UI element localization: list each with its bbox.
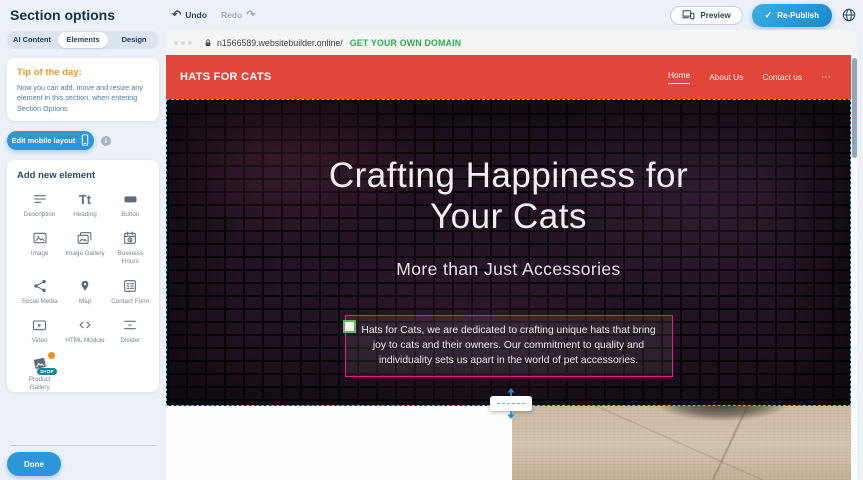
preview-scrollbar-track[interactable] (851, 55, 857, 480)
edit-mobile-row: Edit mobile layout i (7, 131, 159, 150)
undo-redo-group: ↶ Undo Redo ↷ (172, 0, 255, 30)
element-divider[interactable]: Divider (108, 317, 153, 345)
element-business-hours[interactable]: Business Hours (108, 230, 153, 266)
globe-language-button[interactable] (841, 7, 857, 23)
sidebar-tabbar: AI Content Elements Design (7, 31, 159, 49)
edit-mobile-layout-button[interactable]: Edit mobile layout (7, 131, 94, 150)
image-gallery-icon (76, 230, 93, 246)
preview-scrollbar-thumb[interactable] (852, 58, 857, 158)
business-hours-icon (122, 230, 138, 246)
nav-contact-us[interactable]: Contact us (762, 72, 802, 82)
add-new-element-card: Add new element Description Tt Heading B… (7, 160, 159, 392)
hero-section-selected[interactable]: Crafting Happiness for Your Cats More th… (166, 99, 851, 406)
element-image[interactable]: Image (17, 230, 62, 266)
hero-paragraph-selection-box[interactable]: Hats for Cats, we are dedicated to craft… (345, 315, 673, 377)
next-section-background (166, 406, 512, 480)
panel-title: Section options (10, 7, 115, 23)
html-module-icon (77, 317, 93, 333)
tab-elements[interactable]: Elements (58, 32, 108, 48)
toolbar-actions: Preview ✓ Re-Publish (670, 0, 857, 30)
tip-heading: Tip of the day: (17, 67, 149, 78)
nav-home[interactable]: Home (668, 70, 690, 84)
heading-icon: Tt (79, 191, 91, 207)
redo-button[interactable]: Redo ↷ (221, 10, 255, 21)
product-gallery-icon: SHOP (32, 356, 48, 372)
browser-chrome-bar: n1566589.websitebuilder.online/ GET YOUR… (166, 30, 857, 55)
nav-about-us[interactable]: About Us (709, 72, 743, 82)
element-html-module[interactable]: HTML Module (62, 317, 107, 345)
redo-label: Redo (221, 10, 242, 20)
info-icon[interactable]: i (101, 136, 111, 146)
arrow-up-icon (507, 388, 516, 396)
shop-badge: SHOP (37, 368, 57, 375)
undo-label: Undo (185, 10, 207, 20)
section-resize-handle[interactable] (490, 396, 532, 411)
lock-icon (204, 38, 212, 48)
phone-icon (81, 134, 89, 148)
window-dot (174, 41, 178, 45)
preview-label: Preview (700, 11, 730, 20)
element-heading[interactable]: Tt Heading (62, 191, 107, 219)
hero-subheading[interactable]: More than Just Accessories (167, 259, 850, 280)
hero-heading[interactable]: Crafting Happiness for Your Cats (289, 155, 729, 238)
edit-mobile-label: Edit mobile layout (12, 136, 76, 145)
site-logo[interactable]: HATS FOR CATS (180, 71, 272, 83)
republish-label: Re-Publish (777, 11, 819, 20)
undo-button[interactable]: ↶ Undo (172, 10, 207, 21)
check-icon: ✓ (765, 10, 773, 21)
tab-ai-content[interactable]: AI Content (7, 32, 57, 48)
site-nav: Home About Us Contact us ⋯ (668, 70, 837, 84)
tab-design[interactable]: Design (109, 32, 159, 48)
element-contact-form[interactable]: Contact Form (108, 278, 153, 306)
top-toolbar: Section options ↶ Undo Redo ↷ Preview ✓ … (0, 0, 863, 30)
get-domain-link[interactable]: GET YOUR OWN DOMAIN (350, 38, 462, 48)
element-social-media[interactable]: Social Media (17, 278, 62, 306)
tip-body: Now you can add, move and resize any ele… (17, 83, 149, 114)
element-video[interactable]: Video (17, 317, 62, 345)
button-icon (122, 191, 139, 207)
site-header: HATS FOR CATS Home About Us Contact us ⋯ (166, 55, 851, 99)
divider-icon (122, 317, 138, 333)
contact-form-icon (122, 278, 138, 294)
redo-icon: ↷ (246, 10, 255, 21)
element-image-gallery[interactable]: Image Gallery (62, 230, 107, 266)
element-description[interactable]: Description (17, 191, 62, 219)
hero-paragraph: Hats for Cats, we are dedicated to craft… (354, 323, 664, 369)
site-url: n1566589.websitebuilder.online/ (217, 38, 343, 48)
window-dot (188, 41, 192, 45)
window-dots (174, 41, 192, 45)
image-icon (32, 230, 48, 246)
republish-button[interactable]: ✓ Re-Publish (752, 4, 832, 27)
element-product-gallery[interactable]: SHOP Product Gallery (17, 356, 62, 392)
element-grid: Description Tt Heading Button Image (17, 191, 153, 392)
undo-icon: ↶ (172, 10, 181, 21)
section-options-sidebar: AI Content Elements Design Tip of the da… (0, 30, 166, 480)
add-new-element-heading: Add new element (17, 170, 153, 181)
video-icon (31, 317, 48, 333)
element-button[interactable]: Button (108, 191, 153, 219)
arrow-down-icon (507, 411, 516, 419)
done-button[interactable]: Done (7, 452, 61, 476)
map-pin-icon (78, 278, 92, 294)
devices-icon (682, 9, 695, 22)
pavement-cat-photo (512, 406, 851, 480)
description-icon (32, 191, 48, 207)
social-media-icon (32, 278, 48, 294)
sidebar-divider (10, 445, 156, 446)
notification-badge (48, 352, 55, 359)
tip-of-the-day-card: Tip of the day: Now you can add, move an… (7, 58, 159, 121)
resize-dashes (497, 403, 525, 404)
drag-handle[interactable] (343, 320, 356, 333)
preview-button[interactable]: Preview (670, 6, 742, 25)
site-preview-frame: n1566589.websitebuilder.online/ GET YOUR… (166, 30, 857, 480)
element-map[interactable]: Map (62, 278, 107, 306)
window-dot (181, 41, 185, 45)
nav-more-icon[interactable]: ⋯ (821, 72, 831, 83)
